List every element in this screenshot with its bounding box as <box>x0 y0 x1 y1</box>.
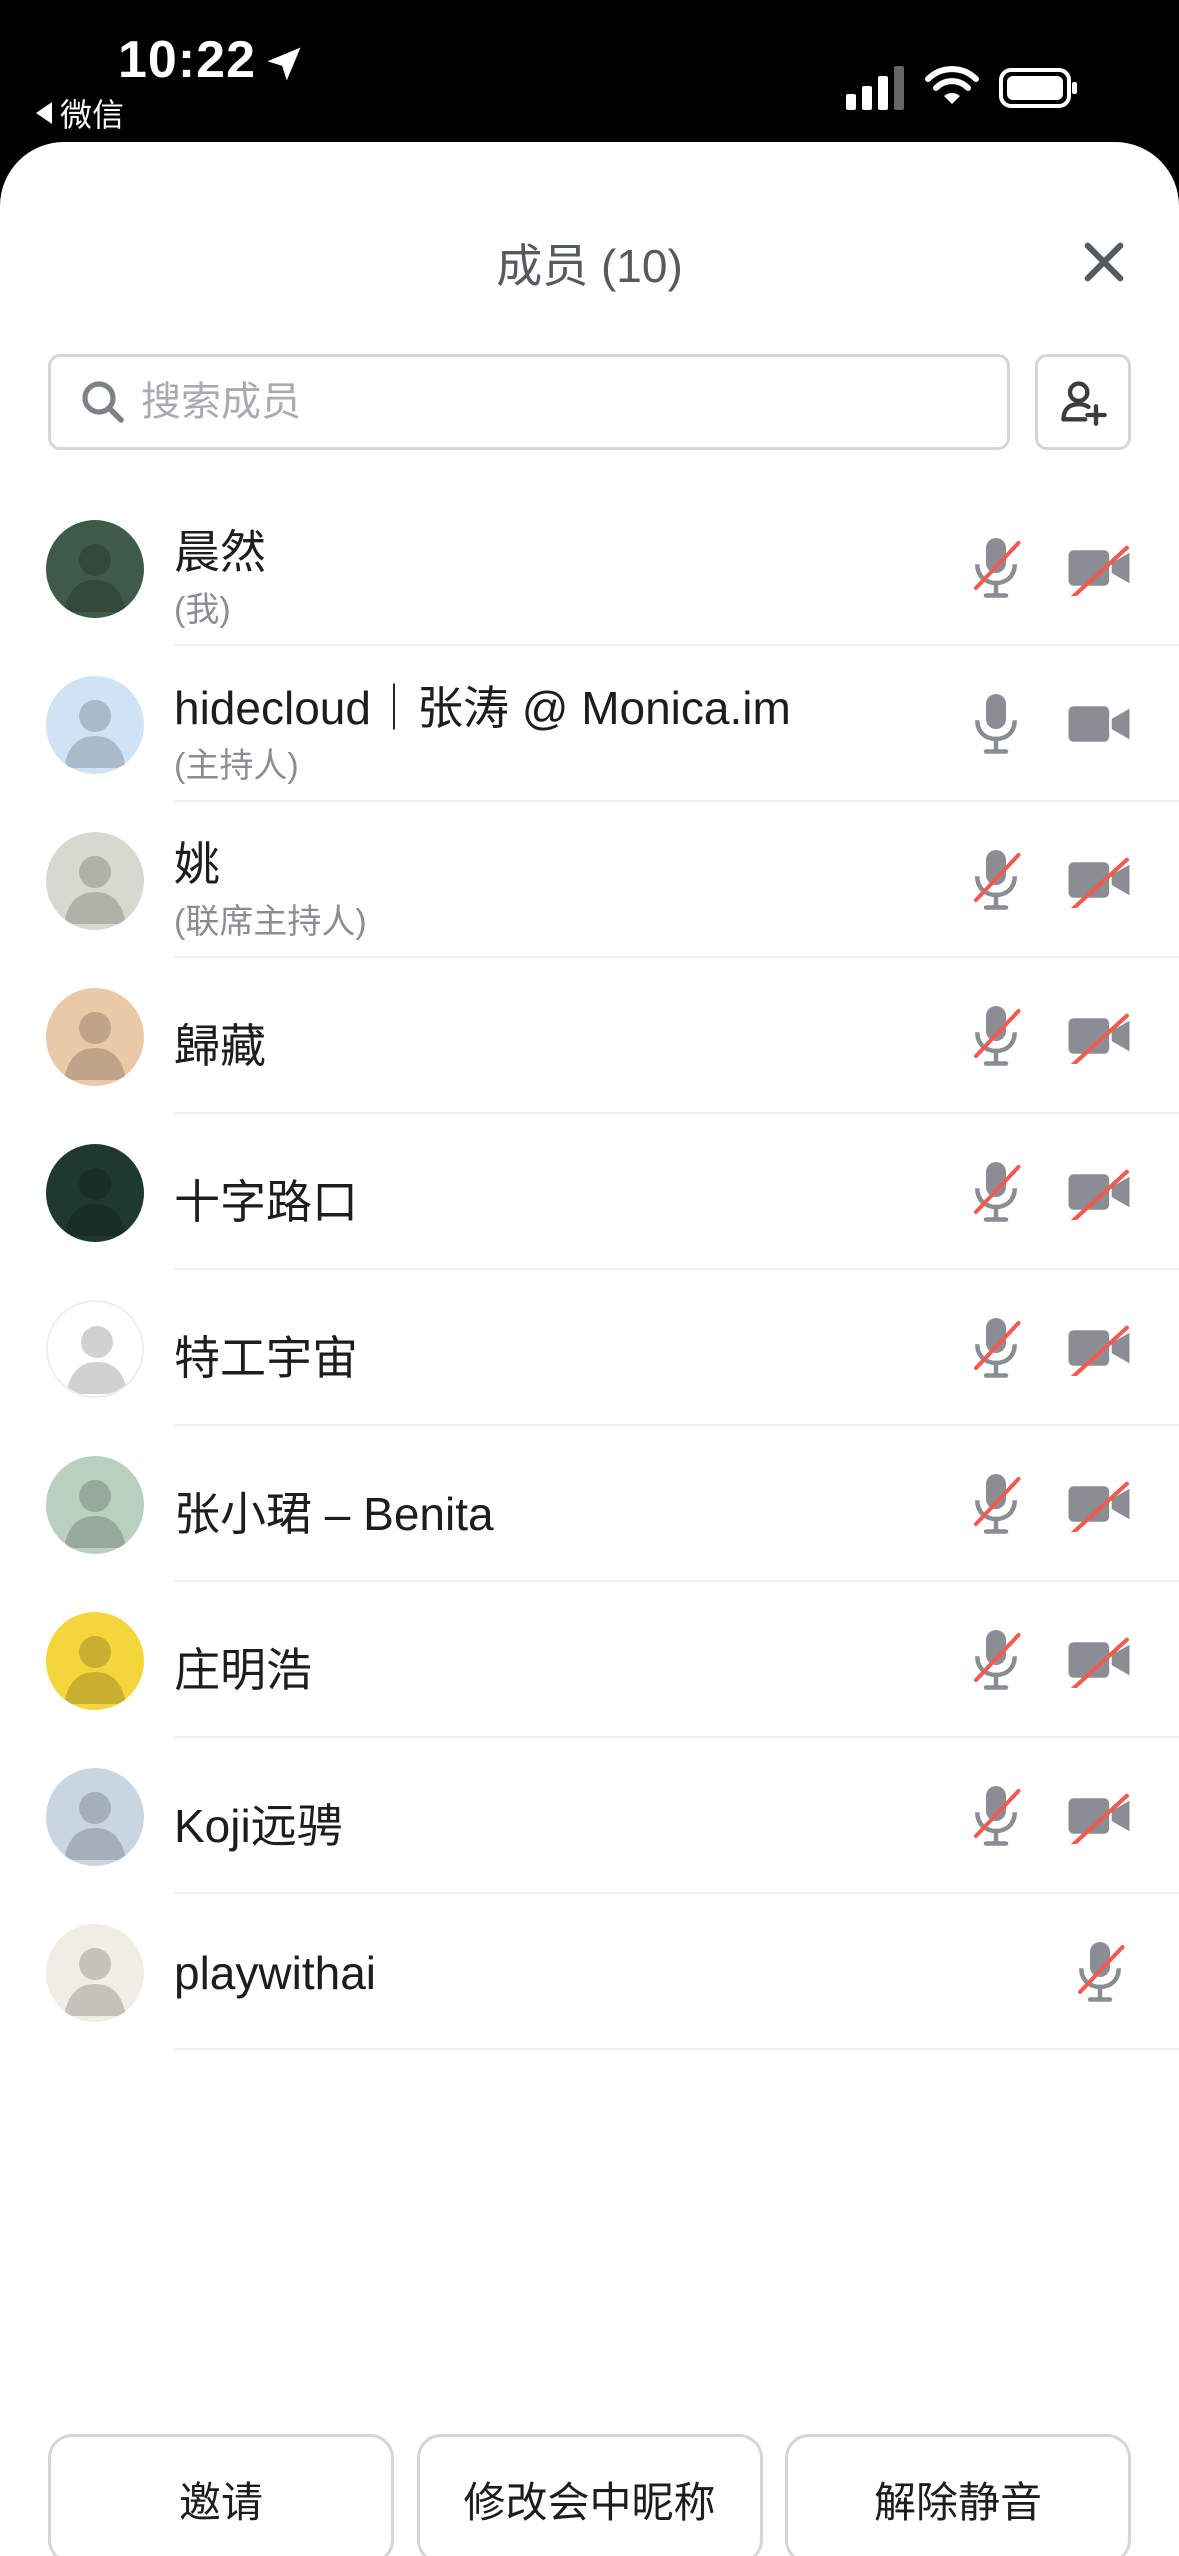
member-row[interactable]: Koji远骋 <box>0 1738 1179 1894</box>
member-name: hidecloud｜张涛 @ Monica.im <box>174 682 791 734</box>
mic-muted-icon[interactable] <box>966 1159 1026 1225</box>
mic-muted-icon[interactable] <box>966 847 1026 913</box>
invite-button[interactable]: 邀请 <box>48 2434 394 2556</box>
add-person-icon <box>1061 381 1107 426</box>
avatar <box>46 676 144 774</box>
member-name: Koji远骋 <box>174 1800 343 1852</box>
mic-muted-icon[interactable] <box>966 1471 1026 1537</box>
member-role: (联席主持人) <box>174 903 367 941</box>
avatar <box>46 1924 144 2022</box>
camera-off-icon[interactable] <box>1066 1164 1132 1220</box>
mic-muted-icon[interactable] <box>966 1627 1026 1693</box>
member-row[interactable]: hidecloud｜张涛 @ Monica.im (主持人) <box>0 646 1179 802</box>
location-arrow-icon <box>267 47 301 81</box>
avatar-image <box>64 1792 126 1860</box>
avatar-image <box>64 1636 126 1704</box>
avatar-image <box>64 856 126 924</box>
member-name: 特工宇宙 <box>174 1332 358 1384</box>
avatar-image <box>64 1480 126 1548</box>
member-row[interactable]: playwithai <box>0 1894 1179 2050</box>
back-to-app[interactable]: 微信 <box>36 90 124 136</box>
member-name: 姚 <box>174 838 220 890</box>
member-role: (我) <box>174 591 231 629</box>
avatar <box>46 1300 144 1398</box>
member-name: playwithai <box>174 1947 376 1999</box>
member-list: 晨然 (我) hidecloud｜张涛 @ Monica.im (主持人) 姚 … <box>0 490 1179 2050</box>
clock: 10:22 <box>118 31 256 89</box>
member-row[interactable]: 歸藏 <box>0 958 1179 1114</box>
camera-off-icon[interactable] <box>1066 540 1132 596</box>
camera-off-icon[interactable] <box>1066 1008 1132 1064</box>
member-role: (主持人) <box>174 747 299 785</box>
avatar <box>46 1768 144 1866</box>
member-row[interactable]: 晨然 (我) <box>0 490 1179 646</box>
add-member-button[interactable] <box>1035 354 1131 450</box>
member-name: 晨然 <box>174 526 266 578</box>
member-row[interactable]: 十字路口 <box>0 1114 1179 1270</box>
battery-icon <box>999 68 1077 108</box>
divider <box>174 2048 1179 2050</box>
back-triangle-icon <box>36 102 52 124</box>
mic-muted-icon[interactable] <box>966 1783 1026 1849</box>
member-name: 十字路口 <box>174 1176 358 1228</box>
avatar <box>46 1144 144 1242</box>
mic-icon[interactable] <box>966 691 1026 757</box>
avatar <box>46 520 144 618</box>
wifi-icon <box>925 66 979 104</box>
close-icon[interactable] <box>1076 234 1132 290</box>
search-icon <box>82 381 124 423</box>
member-name: 张小珺 – Benita <box>174 1488 494 1540</box>
member-row[interactable]: 张小珺 – Benita <box>0 1426 1179 1582</box>
avatar-image <box>64 700 126 768</box>
back-app-label: 微信 <box>60 97 125 133</box>
camera-off-icon[interactable] <box>1066 1476 1132 1532</box>
camera-off-icon[interactable] <box>1066 1632 1132 1688</box>
mic-muted-icon[interactable] <box>966 535 1026 601</box>
avatar-image <box>64 1948 126 2016</box>
mic-muted-icon[interactable] <box>1070 1939 1130 2005</box>
action-bar: 邀请 修改会中昵称 解除静音 <box>48 2434 1131 2556</box>
member-row[interactable]: 姚 (联席主持人) <box>0 802 1179 958</box>
member-name: 庄明浩 <box>174 1644 312 1696</box>
camera-icon[interactable] <box>1066 696 1132 752</box>
search-input[interactable] <box>141 379 961 425</box>
camera-off-icon[interactable] <box>1066 1320 1132 1376</box>
camera-off-icon[interactable] <box>1066 852 1132 908</box>
mic-muted-icon[interactable] <box>966 1003 1026 1069</box>
avatar <box>46 988 144 1086</box>
cellular-signal-icon <box>846 66 904 110</box>
avatar-image <box>64 1168 126 1236</box>
avatar <box>46 832 144 930</box>
avatar-image <box>64 544 126 612</box>
avatar <box>46 1612 144 1710</box>
rename-button[interactable]: 修改会中昵称 <box>416 2434 763 2556</box>
camera-off-icon[interactable] <box>1066 1788 1132 1844</box>
search-box[interactable] <box>48 354 1010 450</box>
members-sheet: 成员 (10) 晨然 (我) <box>0 142 1179 2556</box>
member-row[interactable]: 庄明浩 <box>0 1582 1179 1738</box>
member-name: 歸藏 <box>174 1020 266 1072</box>
avatar <box>46 1456 144 1554</box>
mic-muted-icon[interactable] <box>966 1315 1026 1381</box>
status-bar: 10:22 微信 <box>0 0 1179 150</box>
page-title: 成员 (10) <box>496 240 683 292</box>
unmute-button[interactable]: 解除静音 <box>785 2434 1131 2556</box>
avatar-image <box>64 1012 126 1080</box>
avatar-image <box>66 1326 128 1394</box>
member-row[interactable]: 特工宇宙 <box>0 1270 1179 1426</box>
